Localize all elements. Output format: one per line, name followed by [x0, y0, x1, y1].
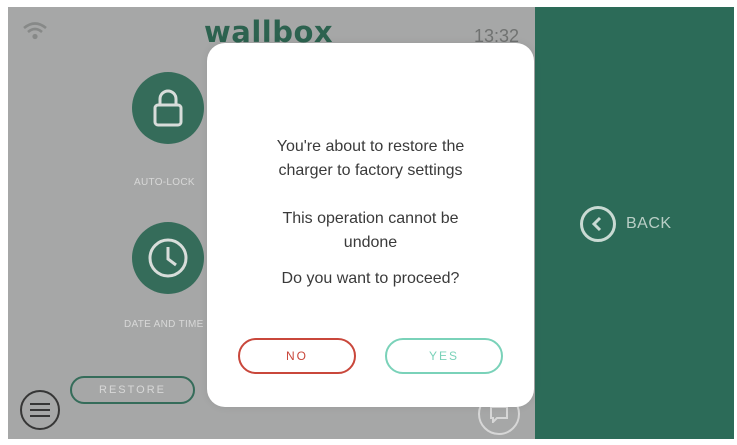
back-button[interactable]: BACK — [580, 206, 672, 242]
chevron-left-icon — [580, 206, 616, 242]
dialog-line-3: This operation cannot be — [282, 210, 459, 227]
no-button[interactable]: NO — [238, 338, 356, 374]
confirm-restore-dialog: You're about to restore the charger to f… — [207, 43, 534, 407]
dialog-line-2: charger to factory settings — [278, 162, 463, 179]
dialog-question: Do you want to proceed? — [281, 270, 460, 287]
dialog-line-4: undone — [343, 234, 398, 251]
device-screen: wallbox 13:32 AUTO-LOCK DATE AND TIME RE… — [8, 7, 734, 439]
yes-button[interactable]: YES — [385, 338, 503, 374]
back-label: BACK — [626, 215, 672, 232]
dialog-line-1: You're about to restore the — [276, 138, 465, 155]
